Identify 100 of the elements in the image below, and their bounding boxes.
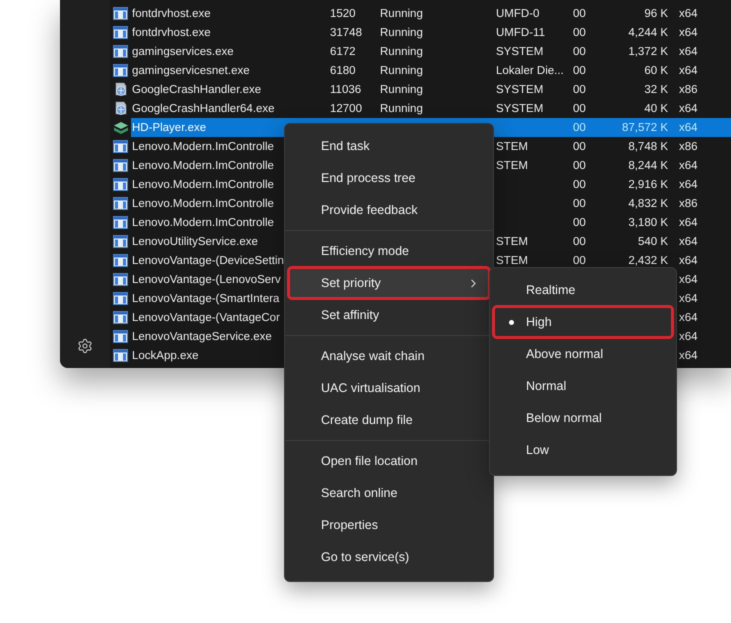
cpu-cell: 00: [573, 198, 586, 210]
process-name: LenovoVantage-(SmartIntera: [131, 292, 280, 304]
process-name: gamingservicesnet.exe: [131, 64, 251, 76]
process-name: fontdrvhost.exe: [131, 26, 212, 38]
menu-item[interactable]: Provide feedback: [288, 194, 490, 226]
memory-cell: 4,832 K: [628, 198, 668, 210]
cpu-cell: 00: [573, 236, 586, 248]
cpu-cell: 00: [573, 216, 586, 228]
window-icon: [113, 292, 128, 305]
user-cell: SYSTEM: [496, 102, 544, 114]
architecture-cell: x64: [679, 178, 698, 190]
menu-item[interactable]: UAC virtualisation: [288, 372, 490, 404]
status-cell: Running: [380, 102, 423, 114]
architecture-cell: x64: [679, 160, 698, 172]
window-icon: [113, 26, 128, 39]
cpu-cell: 00: [573, 64, 586, 76]
menu-item[interactable]: End process tree: [288, 162, 490, 194]
process-name: LenovoVantageService.exe: [131, 330, 273, 342]
architecture-cell: x64: [679, 312, 698, 324]
status-cell: Running: [380, 64, 423, 76]
user-cell: UMFD-0: [496, 8, 540, 20]
window-icon: [113, 273, 128, 286]
menu-item[interactable]: Open file location: [288, 445, 490, 477]
menu-item[interactable]: Below normal: [493, 402, 673, 434]
window-icon: [113, 216, 128, 229]
menu-item[interactable]: Realtime: [493, 274, 673, 306]
window-icon: [113, 159, 128, 172]
pid-cell: 12700: [330, 102, 362, 114]
user-cell: SYSTEM: [496, 84, 544, 96]
user-cell: Lokaler Die...: [496, 64, 564, 76]
menu-item[interactable]: End task: [288, 130, 490, 162]
architecture-cell: x86: [679, 84, 698, 96]
cpu-cell: 00: [573, 122, 586, 134]
cpu-cell: 00: [573, 160, 586, 172]
architecture-cell: x64: [679, 236, 698, 248]
process-name: gamingservices.exe: [131, 46, 235, 58]
cpu-cell: 00: [573, 178, 586, 190]
window-icon: [113, 178, 128, 191]
cpu-cell: 00: [573, 140, 586, 152]
cpu-cell: 00: [573, 84, 586, 96]
menu-item[interactable]: Properties: [288, 509, 490, 541]
menu-item[interactable]: Analyse wait chain: [288, 340, 490, 372]
pid-cell: 31748: [330, 26, 362, 38]
process-name: Lenovo.Modern.ImControlle: [131, 216, 275, 228]
menu-item[interactable]: Go to service(s): [288, 541, 490, 573]
architecture-cell: x64: [679, 46, 698, 58]
architecture-cell: x64: [679, 102, 698, 114]
process-name: GoogleCrashHandler.exe: [131, 84, 262, 96]
menu-item[interactable]: Set affinity: [288, 299, 490, 331]
user-cell: STEM: [496, 236, 528, 248]
status-cell: Running: [380, 46, 423, 58]
window-icon: [113, 45, 128, 58]
menu-item[interactable]: Efficiency mode: [288, 235, 490, 267]
cpu-cell: 00: [573, 8, 586, 20]
menu-item[interactable]: Set priority: [288, 267, 490, 299]
status-cell: Running: [380, 8, 423, 20]
user-cell: STEM: [496, 160, 528, 172]
layers-icon: [113, 120, 129, 134]
memory-cell: 2,916 K: [628, 178, 668, 190]
cpu-cell: 00: [573, 254, 586, 266]
process-name: Lenovo.Modern.ImControlle: [131, 198, 275, 210]
memory-cell: 8,748 K: [628, 140, 668, 152]
architecture-cell: x64: [679, 350, 698, 362]
installer-icon: [113, 82, 128, 97]
settings-icon[interactable]: [77, 338, 93, 354]
architecture-cell: x64: [679, 254, 698, 266]
menu-item[interactable]: High: [493, 306, 673, 338]
window-icon: [113, 7, 128, 20]
menu-item[interactable]: Above normal: [493, 338, 673, 370]
menu-item[interactable]: Search online: [288, 477, 490, 509]
window-icon: [113, 311, 128, 324]
pid-cell: 6172: [330, 46, 356, 58]
memory-cell: 8,244 K: [628, 160, 668, 172]
cpu-cell: 00: [573, 26, 586, 38]
architecture-cell: x64: [679, 292, 698, 304]
architecture-cell: x64: [679, 64, 698, 76]
architecture-cell: x86: [679, 140, 698, 152]
window-icon: [113, 64, 128, 77]
process-name: GoogleCrashHandler64.exe: [131, 102, 276, 114]
memory-cell: 60 K: [644, 64, 668, 76]
menu-item[interactable]: Normal: [493, 370, 673, 402]
window-icon: [113, 254, 128, 267]
memory-cell: 540 K: [638, 236, 668, 248]
memory-cell: 40 K: [644, 102, 668, 114]
menu-item[interactable]: Create dump file: [288, 404, 490, 436]
memory-cell: 2,432 K: [628, 254, 668, 266]
memory-cell: 96 K: [644, 8, 668, 20]
cpu-cell: 00: [573, 102, 586, 114]
memory-cell: 4,244 K: [628, 26, 668, 38]
memory-cell: 3,180 K: [628, 216, 668, 228]
process-name: LenovoVantage-(DeviceSettin: [131, 254, 285, 266]
cpu-cell: 00: [573, 46, 586, 58]
user-cell: SYSTEM: [496, 46, 544, 58]
architecture-cell: x64: [679, 216, 698, 228]
window-icon: [113, 330, 128, 343]
window-icon: [113, 235, 128, 248]
menu-item[interactable]: Low: [493, 434, 673, 466]
pid-cell: 6180: [330, 64, 356, 76]
architecture-cell: x64: [679, 8, 698, 20]
status-cell: Running: [380, 84, 423, 96]
